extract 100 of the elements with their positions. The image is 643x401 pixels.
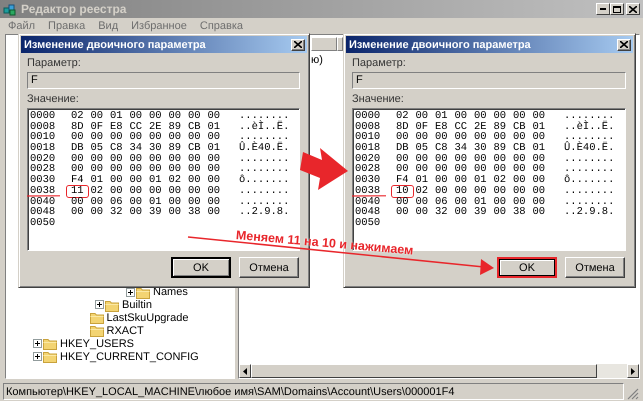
hex-byte: 00 (206, 111, 222, 122)
hex-offset: 0010 (355, 132, 382, 142)
hex-editor[interactable] (27, 108, 300, 251)
hex-byte: 00 (187, 132, 202, 144)
expand-icon[interactable] (33, 352, 42, 362)
hex-byte: 06 (434, 196, 449, 208)
hex-byte: 02 (395, 111, 410, 122)
expand-icon[interactable] (126, 288, 135, 297)
dialog-title: Изменение двоичного параметра (24, 38, 206, 50)
hex-byte: 00 (492, 132, 508, 144)
hex-byte: CB (187, 122, 202, 132)
name-field[interactable]: F (352, 72, 626, 89)
hex-byte: 00 (90, 132, 104, 144)
hex-byte: 00 (187, 111, 202, 122)
hex-byte: 00 (168, 164, 182, 176)
hex-byte: 00 (206, 186, 222, 197)
hex-byte: 00 (90, 111, 104, 122)
tree-item[interactable]: Builtin (122, 298, 152, 311)
hex-byte: 2E (473, 122, 488, 132)
column-header[interactable] (337, 37, 343, 51)
hex-byte: 02 (90, 186, 104, 197)
tree-item[interactable]: RXACT (106, 324, 144, 337)
expand-icon[interactable] (95, 300, 104, 310)
hex-byte: 00 (512, 186, 527, 197)
underline-mark (352, 195, 386, 197)
hex-offset: 0018 (355, 143, 382, 153)
hex-byte: 00 (414, 154, 430, 164)
window-title: Редактор реестра (21, 2, 128, 16)
hex-byte: 00 (434, 164, 449, 176)
hex-byte: 00 (187, 164, 202, 176)
hex-byte: 05 (90, 143, 104, 154)
hex-byte: 01 (206, 143, 222, 154)
hex-offset: 0028 (30, 164, 56, 174)
hex-byte: 89 (492, 143, 508, 154)
hex-byte: CB (512, 143, 527, 154)
name-field[interactable]: F (27, 72, 300, 89)
hex-byte: 00 (148, 132, 163, 144)
hex-byte: 06 (109, 196, 124, 208)
hex-byte: 00 (128, 186, 144, 197)
cancel-button[interactable]: Отмена (239, 257, 299, 278)
minimize-button[interactable] (596, 3, 610, 15)
hex-byte: 00 (434, 154, 449, 164)
hex-byte: 00 (90, 154, 104, 164)
column-header[interactable] (311, 37, 337, 51)
folder-icon (90, 311, 104, 324)
hex-byte: 34 (454, 143, 468, 154)
hex-byte: DB (70, 143, 85, 154)
left-arrow-icon (243, 368, 247, 374)
hex-byte: 00 (128, 175, 144, 186)
hex-ascii: ..2.9.8. (564, 207, 614, 218)
tree-item[interactable]: LastSkuUpgrade (106, 312, 188, 324)
hex-byte: 34 (128, 143, 144, 154)
ok-button[interactable]: OK (171, 257, 231, 278)
close-button[interactable] (291, 38, 305, 50)
hex-byte: 00 (109, 186, 124, 197)
scrollbar[interactable] (239, 364, 639, 378)
hex-offset: 0020 (355, 154, 382, 164)
cancel-button[interactable]: Отмена (565, 257, 625, 278)
hex-offset: 0038 (30, 186, 56, 196)
hex-byte: 00 (128, 154, 144, 164)
close-button[interactable] (617, 38, 631, 50)
hex-byte: 00 (512, 196, 527, 208)
close-icon (629, 6, 637, 12)
hex-byte: F4 (395, 175, 410, 186)
hex-byte: 00 (492, 196, 508, 208)
hex-byte: 01 (206, 122, 222, 132)
hex-byte: 38 (187, 207, 202, 218)
field-label: Параметр: (27, 57, 82, 69)
tree-item[interactable]: HKEY_USERS (60, 338, 134, 350)
hex-byte: 00 (492, 207, 508, 218)
tree-item[interactable]: HKEY_CURRENT_CONFIG (60, 350, 199, 363)
hex-byte: 01 (532, 143, 546, 154)
hex-byte: 89 (168, 143, 182, 154)
hex-byte: 00 (206, 207, 222, 218)
hex-byte: 11 (67, 186, 88, 197)
ok-button[interactable]: OK (497, 257, 557, 278)
hex-byte: 00 (454, 175, 468, 186)
resize-grip-icon (626, 388, 640, 400)
tree-item[interactable]: Names (153, 286, 188, 298)
hex-byte: 00 (532, 207, 546, 218)
field-label: Значение: (27, 93, 80, 105)
hex-ascii: ........ (239, 154, 290, 164)
hex-byte: 10 (392, 186, 413, 197)
maximize-icon (613, 6, 621, 12)
hex-byte: 00 (454, 111, 468, 122)
hex-byte: 01 (90, 175, 104, 186)
hex-byte: 00 (148, 164, 163, 176)
expand-icon[interactable] (33, 339, 42, 348)
hex-offset: 0008 (30, 122, 56, 132)
maximize-button[interactable] (610, 3, 624, 15)
value-name: ю) (311, 54, 323, 66)
hex-offset: 0030 (30, 175, 56, 185)
close-button[interactable] (626, 3, 640, 15)
hex-offset: 0040 (30, 196, 56, 206)
hex-offset: 0028 (355, 164, 382, 174)
close-icon (294, 41, 302, 48)
hex-byte: C8 (434, 143, 449, 154)
hex-byte: 0F (414, 122, 430, 132)
hex-byte: CC (454, 122, 468, 132)
hex-ascii: ........ (564, 164, 614, 176)
